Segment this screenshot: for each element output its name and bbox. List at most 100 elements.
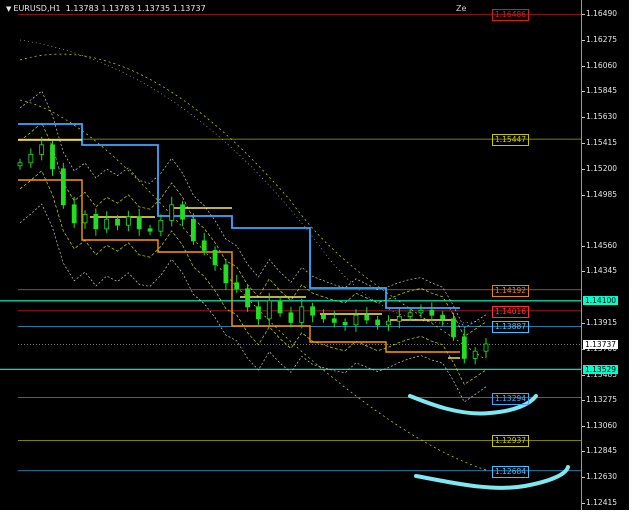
candle-body bbox=[169, 204, 175, 221]
candle-body bbox=[245, 288, 250, 308]
price-tick-mark bbox=[582, 143, 585, 144]
level-label: 1.15447 bbox=[492, 134, 530, 147]
candle-body bbox=[396, 315, 402, 322]
price-tick-mark bbox=[582, 117, 585, 119]
candle-body bbox=[288, 312, 294, 323]
moving-average-upper bbox=[19, 122, 487, 337]
price-tick-mark bbox=[582, 323, 585, 324]
triangle-down-icon[interactable]: ▼ bbox=[6, 5, 11, 13]
price-tick-label: 1.16490 bbox=[586, 9, 618, 18]
price-tick-mark bbox=[582, 503, 585, 504]
chart-header: ▼ EURUSD,H1 1.13783 1.13783 1.13735 1.137… bbox=[6, 4, 206, 13]
price-tick-mark bbox=[582, 374, 585, 376]
price-tick-label: 1.12415 bbox=[586, 498, 618, 507]
candle-body bbox=[429, 309, 435, 316]
candle-body bbox=[50, 144, 55, 170]
candle-body bbox=[60, 168, 66, 206]
price-tick-mark bbox=[582, 65, 585, 67]
level-label: 1.14192 bbox=[492, 284, 530, 297]
lower-envelope-curve bbox=[19, 203, 487, 403]
candle-body bbox=[483, 343, 489, 352]
candle-body bbox=[158, 219, 164, 232]
price-level-badge: 1.13529 bbox=[583, 364, 619, 374]
candle-body bbox=[364, 314, 370, 321]
price-tick-label: 1.12845 bbox=[586, 446, 618, 456]
level-label: 1.13887 bbox=[492, 321, 530, 334]
price-tick-mark bbox=[582, 451, 585, 453]
candle-body bbox=[180, 204, 185, 220]
ohlc-values: 1.13783 1.13783 1.13735 1.13737 bbox=[65, 4, 206, 13]
current-price-badge: 1.13737 bbox=[583, 339, 619, 349]
candle-body bbox=[28, 153, 34, 164]
candle-body bbox=[104, 218, 110, 230]
candle-body bbox=[266, 300, 272, 320]
level-label: 1.13294 bbox=[492, 392, 530, 405]
candle-body bbox=[115, 218, 120, 226]
level-label: 1.12937 bbox=[492, 435, 530, 448]
candle-body bbox=[407, 312, 413, 317]
price-tick-label: 1.16275 bbox=[586, 34, 618, 44]
candle-body bbox=[190, 218, 196, 242]
price-tick-label: 1.13060 bbox=[586, 420, 618, 430]
price-tick-mark bbox=[582, 245, 585, 247]
chart-window: ▼ EURUSD,H1 1.13783 1.13783 1.13735 1.137… bbox=[0, 0, 643, 518]
candle-body bbox=[353, 314, 359, 326]
candle-body bbox=[82, 213, 88, 224]
upper-envelope-curve bbox=[19, 90, 487, 329]
price-tick-label: 1.15630 bbox=[586, 112, 618, 122]
price-tick-mark bbox=[582, 194, 585, 196]
candle-body bbox=[310, 306, 316, 316]
candle-body bbox=[472, 350, 478, 359]
price-tick-label: 1.14985 bbox=[586, 189, 618, 199]
price-level-badge: 1.14100 bbox=[583, 296, 619, 306]
window-bottom-edge bbox=[0, 510, 629, 518]
candle-body bbox=[375, 319, 381, 326]
price-tick-label: 1.15415 bbox=[586, 138, 618, 147]
outer-envelope-upper bbox=[19, 53, 487, 361]
price-tick-mark bbox=[582, 14, 585, 15]
candle-body bbox=[321, 314, 326, 320]
price-tick-mark bbox=[582, 271, 585, 273]
outer-envelope-lower bbox=[19, 99, 487, 471]
level-label: 1.14016 bbox=[492, 305, 530, 318]
candle-body bbox=[277, 300, 283, 314]
candle-body bbox=[234, 282, 240, 290]
candle-body bbox=[440, 314, 446, 320]
candle-body bbox=[136, 216, 142, 230]
chart-plot-area[interactable]: ▼ EURUSD,H1 1.13783 1.13783 1.13735 1.137… bbox=[0, 0, 581, 510]
candle-body bbox=[342, 321, 348, 326]
price-tick-label: 1.14560 bbox=[586, 240, 618, 250]
candle-body bbox=[201, 240, 207, 251]
candle-body bbox=[71, 204, 77, 224]
price-tick-mark bbox=[582, 477, 585, 479]
candle-body bbox=[256, 306, 261, 320]
price-tick-label: 1.15200 bbox=[586, 163, 618, 173]
price-tick-mark bbox=[582, 399, 585, 401]
candle-body bbox=[299, 306, 305, 323]
price-axis[interactable]: 1.16490 1.16275 1.16060 1.15845 1.15630 1.154… bbox=[581, 0, 630, 510]
price-chart[interactable] bbox=[0, 0, 581, 510]
candle-body bbox=[93, 213, 99, 230]
candle-body bbox=[223, 264, 229, 284]
candle-body bbox=[331, 318, 337, 323]
symbol-timeframe-label: EURUSD,H1 bbox=[13, 4, 61, 13]
outer-envelope-mid bbox=[19, 39, 487, 324]
candle-body bbox=[386, 320, 391, 326]
candle-body bbox=[147, 228, 153, 232]
price-tick-label: 1.13915 bbox=[586, 318, 618, 327]
price-tick-label: 1.16060 bbox=[586, 60, 618, 70]
price-tick-label: 1.14345 bbox=[586, 266, 618, 276]
candle-body bbox=[461, 336, 467, 359]
price-tick-mark bbox=[582, 39, 585, 41]
price-tick-mark bbox=[582, 425, 585, 427]
price-tick-label: 1.15845 bbox=[586, 86, 618, 96]
price-tick-label: 1.13275 bbox=[586, 394, 618, 404]
level-label: 1.12684 bbox=[492, 465, 530, 478]
level-label: 1.16486 bbox=[492, 9, 530, 22]
price-tick-mark bbox=[582, 168, 585, 170]
price-tick-mark bbox=[582, 348, 585, 350]
candle-body bbox=[418, 309, 424, 314]
candle-body bbox=[39, 144, 45, 155]
candle-body bbox=[451, 318, 456, 338]
window-right-edge bbox=[629, 0, 643, 518]
